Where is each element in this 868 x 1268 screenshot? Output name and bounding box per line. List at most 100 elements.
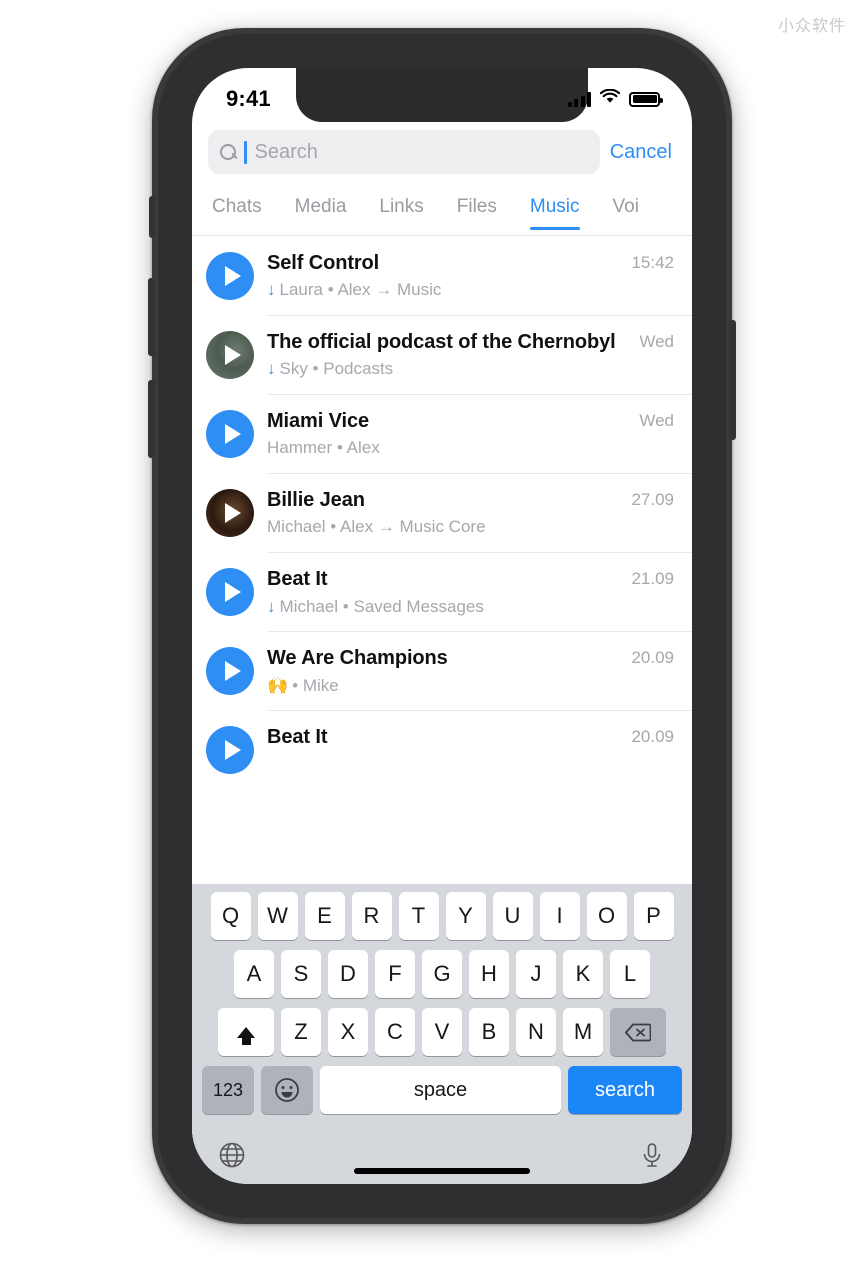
list-item-subtitle-line: ↓ Laura • Alex → Music xyxy=(267,278,618,303)
key-p[interactable]: P xyxy=(633,892,674,940)
key-v[interactable]: V xyxy=(422,1008,462,1056)
list-item-title: Billie Jean xyxy=(267,489,365,512)
key-f[interactable]: F xyxy=(375,950,415,998)
shift-icon[interactable] xyxy=(218,1008,274,1056)
list-item-meta: Billie Jean Michael • Alex → Music Core xyxy=(267,487,618,540)
play-button-icon[interactable] xyxy=(206,726,254,775)
mute-switch-button[interactable] xyxy=(149,196,155,238)
list-item-title: The official podcast of the Chernobyl xyxy=(267,331,616,354)
list-item-date: Wed xyxy=(639,332,674,352)
key-n[interactable]: N xyxy=(516,1008,556,1056)
key-b[interactable]: B xyxy=(469,1008,509,1056)
list-item-subtitle: Hammer • Alex xyxy=(267,438,380,458)
key-i[interactable]: I xyxy=(539,892,580,940)
list-item-subtitle-line: 🙌 • Mike xyxy=(267,674,618,699)
play-button-icon[interactable] xyxy=(206,252,254,300)
list-item-subtitle: Laura • Alex → Music xyxy=(279,280,442,300)
volume-down-button[interactable] xyxy=(148,380,155,458)
key-d[interactable]: D xyxy=(328,950,368,998)
key-l[interactable]: L xyxy=(610,950,650,998)
list-item-meta: We Are Champions 🙌 • Mike xyxy=(267,645,618,698)
tab-voice[interactable]: Voi xyxy=(613,196,658,230)
download-arrow-icon: ↓ xyxy=(267,359,276,379)
status-time: 9:41 xyxy=(226,86,271,111)
text-cursor xyxy=(244,140,247,164)
key-u[interactable]: U xyxy=(492,892,533,940)
list-item-date: 27.09 xyxy=(631,490,674,510)
list-item-subtitle-line: ↓ Michael • Saved Messages xyxy=(267,595,618,620)
key-x[interactable]: X xyxy=(328,1008,368,1056)
podcast-artwork-thumbnail[interactable] xyxy=(206,331,254,380)
key-c[interactable]: C xyxy=(375,1008,415,1056)
globe-icon[interactable] xyxy=(218,1141,246,1169)
search-placeholder: Search xyxy=(254,140,318,163)
key-t[interactable]: T xyxy=(398,892,439,940)
key-o[interactable]: O xyxy=(586,892,627,940)
volume-up-button[interactable] xyxy=(148,278,155,356)
on-screen-keyboard[interactable]: Q W E R T Y U I O P A S D F G H J K L Z … xyxy=(192,884,692,1184)
list-item-subtitle-line: Hammer • Alex xyxy=(267,436,626,461)
play-button-icon[interactable] xyxy=(206,647,254,696)
list-item-title: Beat It xyxy=(267,726,328,749)
keyboard-row-2: A S D F G H J K L xyxy=(192,950,692,998)
list-item-title: Miami Vice xyxy=(267,410,370,433)
screenshot-root: 小众软件 9:41 Search Cancel Chats Media Link… xyxy=(0,0,868,1268)
key-r[interactable]: R xyxy=(351,892,392,940)
list-item-date: Wed xyxy=(639,411,674,431)
key-m[interactable]: M xyxy=(563,1008,603,1056)
list-item-date: 20.09 xyxy=(631,648,674,668)
tab-chats[interactable]: Chats xyxy=(212,196,281,230)
list-item[interactable]: Self Control ↓ Laura • Alex → Music 15:4… xyxy=(192,237,692,317)
album-artwork-thumbnail[interactable] xyxy=(206,489,254,538)
keyboard-row-4: 123 space search xyxy=(192,1066,692,1114)
space-key[interactable]: space xyxy=(320,1066,561,1114)
tab-files[interactable]: Files xyxy=(457,196,516,230)
keyboard-row-3: Z X C V B N M xyxy=(192,1008,692,1056)
wifi-icon xyxy=(599,88,621,109)
tab-media[interactable]: Media xyxy=(295,196,366,230)
search-input[interactable]: Search xyxy=(208,130,600,174)
search-icon xyxy=(220,143,237,161)
cancel-button[interactable]: Cancel xyxy=(610,141,674,164)
key-j[interactable]: J xyxy=(516,950,556,998)
reaction-emoji-icon: 🙌 xyxy=(267,675,289,696)
list-item-title: We Are Champions xyxy=(267,647,448,670)
key-h[interactable]: H xyxy=(469,950,509,998)
list-item-subtitle: Michael • Alex → Music Core xyxy=(267,517,486,537)
key-a[interactable]: A xyxy=(234,950,274,998)
key-q[interactable]: Q xyxy=(210,892,251,940)
list-item[interactable]: Billie Jean Michael • Alex → Music Core … xyxy=(192,474,692,554)
play-button-icon[interactable] xyxy=(206,410,254,459)
list-item[interactable]: The official podcast of the Chernobyl ↓ … xyxy=(192,316,692,396)
list-item[interactable]: Beat It 20.09 xyxy=(192,711,692,787)
numbers-key[interactable]: 123 xyxy=(202,1066,254,1114)
list-item-subtitle-line: ↓ Sky • Podcasts xyxy=(267,357,626,382)
play-button-icon[interactable] xyxy=(206,568,254,617)
list-item[interactable]: Beat It ↓ Michael • Saved Messages 21.09 xyxy=(192,553,692,633)
search-key[interactable]: search xyxy=(568,1066,682,1114)
power-button[interactable] xyxy=(729,320,736,440)
status-icons xyxy=(567,88,663,109)
list-item-meta: Self Control ↓ Laura • Alex → Music xyxy=(267,250,618,303)
list-item[interactable]: Miami Vice Hammer • Alex Wed xyxy=(192,395,692,475)
key-w[interactable]: W xyxy=(257,892,298,940)
tab-links[interactable]: Links xyxy=(379,196,442,230)
emoji-smiley-icon[interactable] xyxy=(261,1066,313,1114)
list-item[interactable]: We Are Champions 🙌 • Mike 20.09 xyxy=(192,632,692,712)
search-bar: Search Cancel xyxy=(192,130,692,174)
tab-music[interactable]: Music xyxy=(529,196,599,230)
key-g[interactable]: G xyxy=(422,950,462,998)
list-item-meta: Beat It xyxy=(267,724,618,750)
home-indicator[interactable] xyxy=(354,1168,530,1174)
key-s[interactable]: S xyxy=(281,950,321,998)
key-z[interactable]: Z xyxy=(281,1008,321,1056)
status-bar: 9:41 xyxy=(192,68,692,122)
list-item-subtitle-line: Michael • Alex → Music Core xyxy=(267,515,618,540)
key-k[interactable]: K xyxy=(563,950,603,998)
phone-screen: 9:41 Search Cancel Chats Media Links Fil… xyxy=(192,68,692,1184)
key-y[interactable]: Y xyxy=(445,892,486,940)
list-item-date: 20.09 xyxy=(631,727,674,747)
microphone-icon[interactable] xyxy=(638,1141,666,1169)
backspace-icon[interactable] xyxy=(610,1008,666,1056)
key-e[interactable]: E xyxy=(304,892,345,940)
